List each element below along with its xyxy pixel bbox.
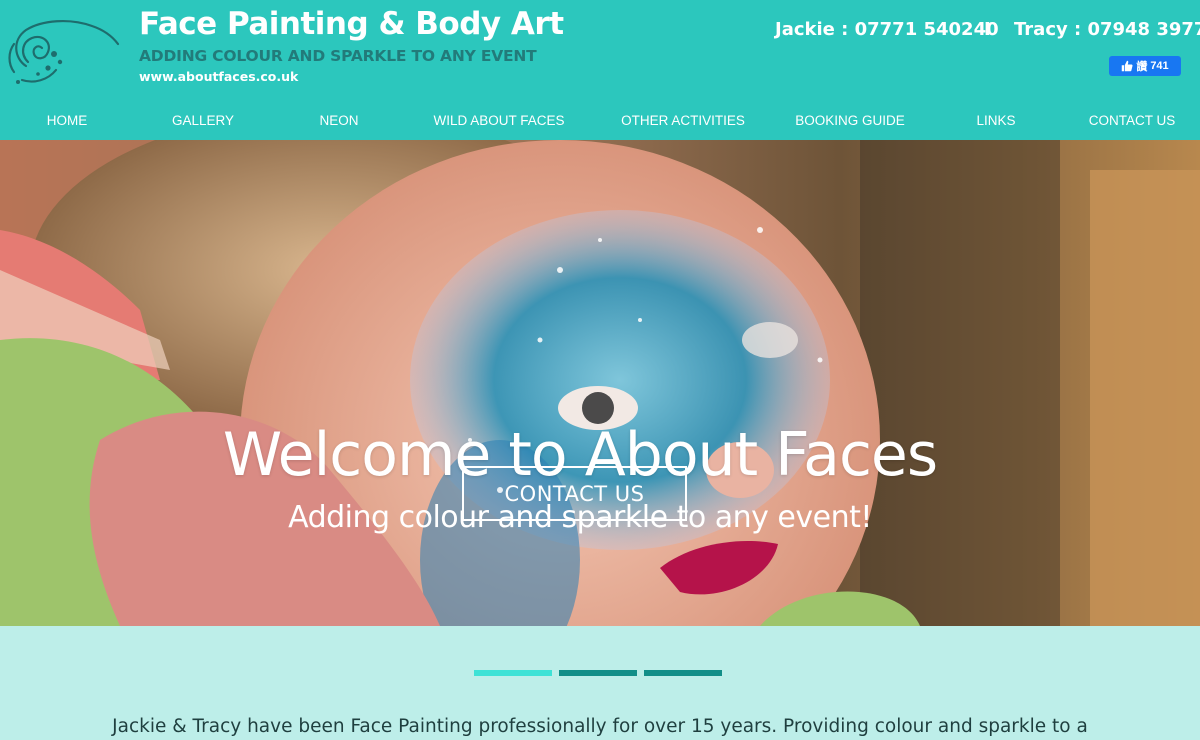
nav-home[interactable]: HOME bbox=[47, 113, 88, 128]
nav-booking-guide[interactable]: BOOKING GUIDE bbox=[795, 113, 905, 128]
site-title[interactable]: Face Painting & Body Art bbox=[139, 6, 564, 42]
contact-tracy[interactable]: Tracy : 07948 397767 bbox=[1014, 19, 1200, 40]
slider-indicator-2[interactable] bbox=[559, 670, 637, 676]
nav-neon[interactable]: NEON bbox=[319, 113, 358, 128]
swirl-logo[interactable] bbox=[4, 10, 122, 88]
thumbs-up-icon bbox=[1122, 60, 1133, 72]
hero-photo-face-paint bbox=[0, 140, 1200, 626]
like-count: 741 bbox=[1150, 60, 1169, 72]
site-tagline: ADDING COLOUR AND SPARKLE TO ANY EVENT bbox=[139, 47, 537, 65]
slider-indicator-3[interactable] bbox=[644, 670, 722, 676]
hero-contact-us-button[interactable]: CONTACT US bbox=[462, 466, 687, 521]
nav-contact-us[interactable]: CONTACT US bbox=[1089, 113, 1176, 128]
nav-wild-about-faces[interactable]: WILD ABOUT FACES bbox=[433, 113, 564, 128]
facebook-like-button[interactable]: 讚 741 bbox=[1109, 56, 1181, 76]
nav-gallery[interactable]: GALLERY bbox=[172, 113, 234, 128]
slider-indicators bbox=[474, 670, 724, 676]
phone-contacts: Jackie : 07771 540240 I Tracy : 07948 39… bbox=[770, 19, 1200, 43]
main-nav: HOME GALLERY NEON WILD ABOUT FACES OTHER… bbox=[0, 104, 1200, 138]
like-label: 讚 bbox=[1136, 61, 1148, 73]
nav-links[interactable]: LINKS bbox=[976, 113, 1015, 128]
slider-indicator-1-active[interactable] bbox=[474, 670, 552, 676]
nav-other-activities[interactable]: OTHER ACTIVITIES bbox=[621, 113, 745, 128]
contact-separator: I bbox=[984, 19, 991, 40]
contact-jackie[interactable]: Jackie : 07771 540240 bbox=[775, 19, 999, 40]
site-url[interactable]: www.aboutfaces.co.uk bbox=[139, 69, 298, 84]
hero-slider: Welcome to About Faces Adding colour and… bbox=[0, 140, 1200, 626]
site-header: Face Painting & Body Art ADDING COLOUR A… bbox=[0, 0, 1200, 140]
intro-paragraph: Jackie & Tracy have been Face Painting p… bbox=[112, 716, 1088, 737]
